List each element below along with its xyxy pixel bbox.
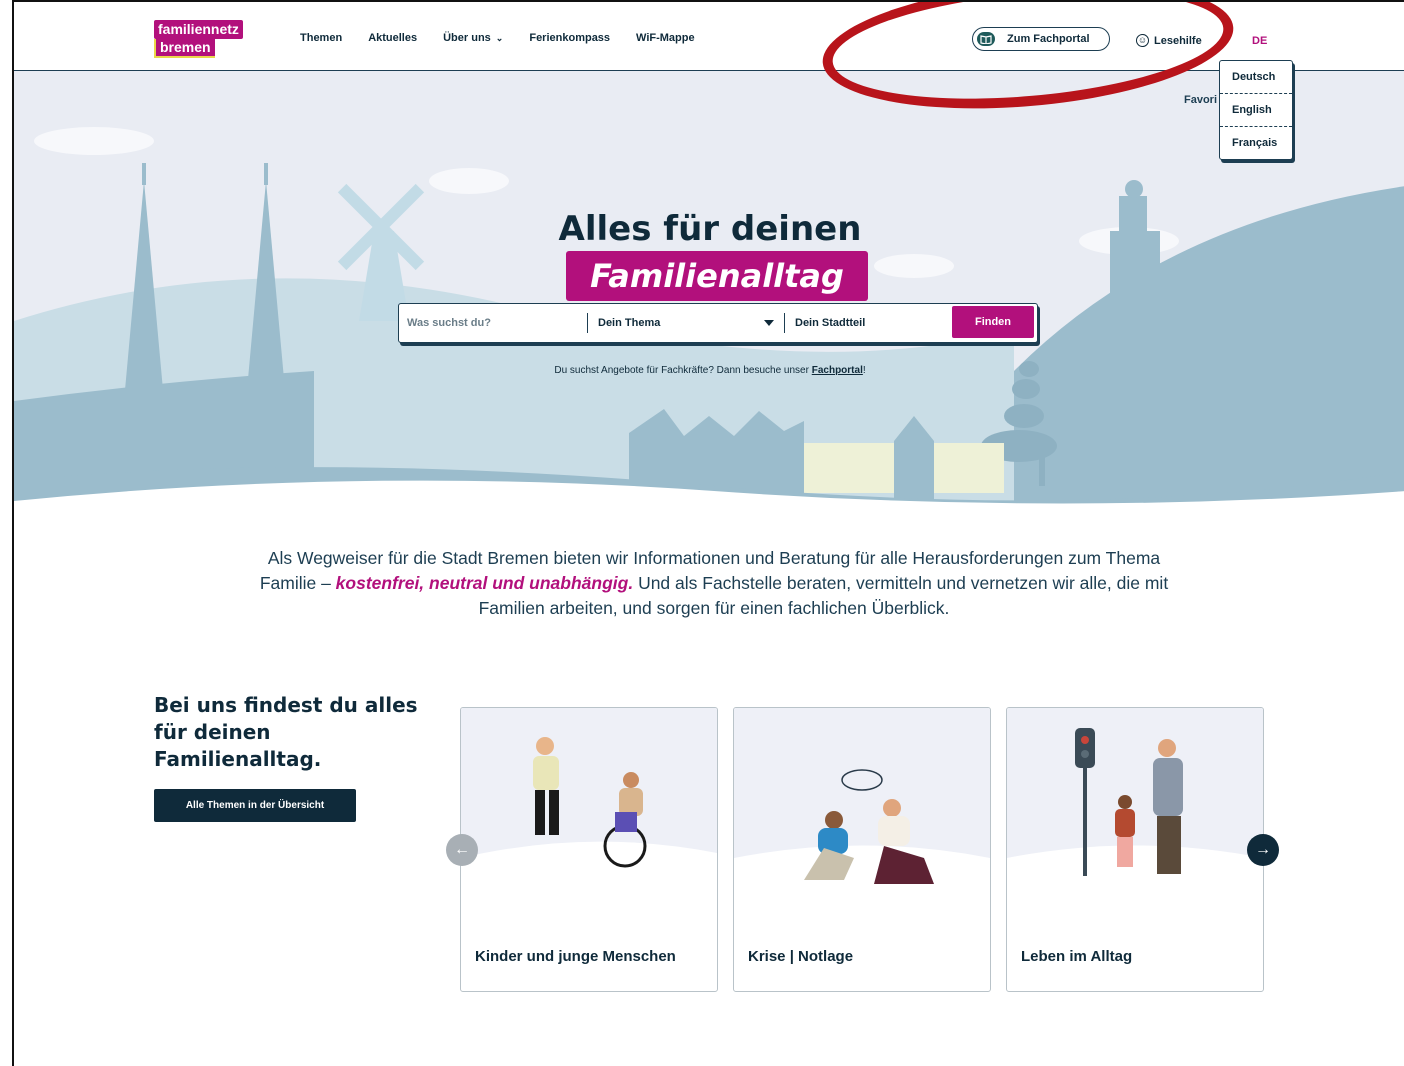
- nav-item-ueber-uns-label: Über uns: [443, 32, 491, 44]
- carousel-next-arrow-icon[interactable]: →: [1247, 834, 1279, 866]
- intro-text: Als Wegweiser für die Stadt Bremen biete…: [244, 546, 1184, 621]
- hero-section: Alles für deinen Familienalltag in Breme…: [14, 71, 1404, 511]
- theme-card-kinder[interactable]: Kinder und junge Menschen: [460, 707, 718, 992]
- fachportal-hint: Du suchst Angebote für Fachkräfte? Dann …: [14, 365, 1404, 376]
- lang-option-deutsch[interactable]: Deutsch: [1220, 61, 1292, 94]
- nav-item-wif-mappe[interactable]: WiF-Mappe: [636, 32, 695, 44]
- language-switcher[interactable]: DE: [1252, 35, 1267, 47]
- theme-card-alltag[interactable]: Leben im Alltag: [1006, 707, 1264, 992]
- logo-line1: familiennetz: [154, 20, 243, 39]
- thema-select[interactable]: Dein Thema: [588, 313, 785, 333]
- search-bar: Was suchst du? Dein Thema Dein Stadtteil…: [398, 303, 1038, 343]
- lang-option-english[interactable]: English: [1220, 94, 1292, 127]
- carousel-prev-arrow-icon[interactable]: ←: [446, 834, 478, 866]
- kinder-illustration: [461, 708, 717, 908]
- intro-emphasis: kostenfrei, neutral und unabhängig.: [335, 573, 634, 593]
- search-input[interactable]: Was suchst du?: [399, 313, 588, 333]
- hero-title-highlight: Familienalltag: [566, 251, 868, 301]
- main-nav: Themen Aktuelles Über uns ⌄ Ferienkompass…: [300, 32, 695, 44]
- theme-card-title: Leben im Alltag: [1021, 948, 1133, 965]
- browser-page: familiennetz bremen Themen Aktuelles Übe…: [12, 0, 1404, 1066]
- fachportal-hint-text: Du suchst Angebote für Fachkräfte? Dann …: [554, 365, 812, 376]
- stadtteil-select-label: Dein Stadtteil: [795, 317, 866, 329]
- fachportal-hint-end: !: [862, 365, 866, 376]
- fachportal-hint-link[interactable]: Fachportal: [812, 365, 863, 376]
- logo-line2: bremen: [154, 39, 215, 58]
- language-dropdown: Deutsch English Français: [1219, 60, 1293, 160]
- theme-card-title: Krise | Notlage: [748, 948, 854, 965]
- all-themes-button[interactable]: Alle Themen in der Übersicht: [154, 789, 356, 822]
- nav-item-themen[interactable]: Themen: [300, 32, 342, 44]
- nav-item-aktuelles[interactable]: Aktuelles: [368, 32, 417, 44]
- favoriten-link[interactable]: Favori: [1184, 94, 1217, 106]
- theme-card-title: Kinder und junge Menschen: [475, 948, 676, 965]
- finden-button[interactable]: Finden: [952, 306, 1034, 338]
- dropdown-triangle-icon: [764, 320, 774, 326]
- lang-option-francais[interactable]: Français: [1220, 127, 1292, 159]
- chevron-down-icon: ⌄: [495, 32, 504, 43]
- hero-title-line1: Alles für deinen: [558, 209, 862, 249]
- alltag-illustration: [1007, 708, 1263, 908]
- thema-select-label: Dein Thema: [598, 317, 661, 329]
- krise-illustration: [734, 708, 990, 908]
- nav-item-ueber-uns[interactable]: Über uns ⌄: [443, 32, 503, 44]
- themes-heading: Bei uns findest du alles für deinen Fami…: [154, 693, 418, 771]
- site-logo[interactable]: familiennetz bremen: [154, 20, 262, 60]
- nav-item-ferienkompass[interactable]: Ferienkompass: [529, 32, 610, 44]
- theme-card-krise[interactable]: Krise | Notlage: [733, 707, 991, 992]
